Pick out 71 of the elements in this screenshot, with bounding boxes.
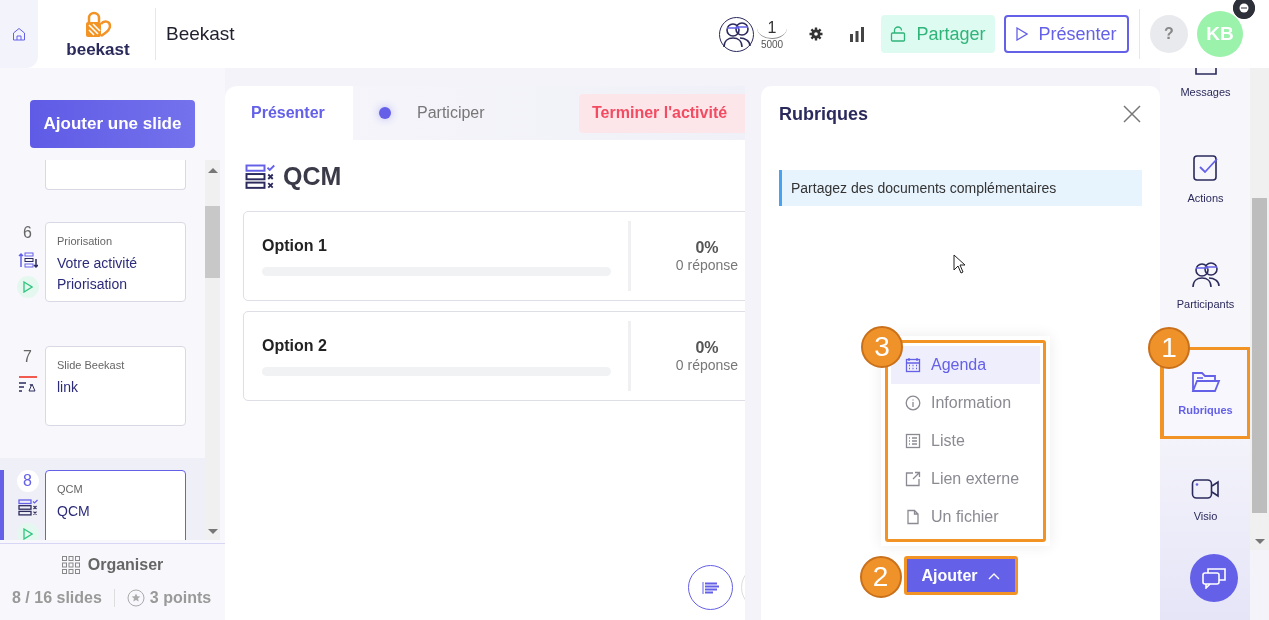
slide-row[interactable]: 7 Slide Beekast link [0,334,205,438]
organise-button[interactable]: Organiser [55,555,170,575]
panel-title: Rubriques [779,103,868,125]
file-icon [905,509,921,525]
slide-icon [17,375,38,393]
option-percent: 0% [695,239,719,257]
lock-icon [890,26,907,42]
rail-item[interactable]: Visio [1160,453,1250,545]
chat-icon [1202,567,1226,589]
option-label: Option 1 [262,236,328,255]
menu-item[interactable]: Agenda [891,346,1040,384]
end-activity-button[interactable]: Terminer l'activité [579,93,745,133]
settings-icon[interactable] [809,27,823,41]
people-icon [721,20,752,48]
chat-button[interactable] [1190,554,1238,602]
play-icon [1016,27,1029,41]
calendar-icon [905,357,921,373]
option-responses: 0 réponse [675,257,739,273]
slide-card[interactable]: Priorisation Votre activité Priorisation [45,222,186,302]
step-badge: 3 [861,326,903,368]
list-icon [905,433,921,449]
option-label: Option 2 [262,336,328,355]
slide-number: 7 [22,347,33,367]
slide-number: 8 [16,470,39,492]
points-count: 3 points [149,589,212,607]
slide-type: QCM [57,483,84,495]
list-icon [701,581,720,594]
presentation-title: Beekast [166,23,235,45]
option-percent: 0% [695,339,719,357]
tab[interactable]: Participer [353,86,485,140]
present-button[interactable]: Présenter [1004,15,1129,53]
caret-icon [987,571,1000,580]
add-slide-button[interactable]: Ajouter une slide [30,100,195,148]
video-camera-icon [1190,478,1221,500]
slide-row[interactable]: 8 QCM QCM [0,458,205,540]
info-banner: Partagez des documents complémentaires [779,170,1142,206]
tab[interactable]: Présenter [225,86,353,140]
rail-item[interactable]: Actions [1160,135,1250,227]
slide-title: QCM [57,502,91,521]
scrollbar[interactable] [205,160,220,540]
slide-card[interactable]: QCM QCM [45,470,186,540]
scrollbar[interactable] [1250,68,1269,550]
slide-count: 8 / 16 slides [12,589,102,607]
slide-title: link [57,378,79,397]
results-view-button[interactable] [688,565,733,610]
external-link-icon [905,471,921,487]
slide-row[interactable]: 6 Priorisation Votre activité Priorisation [0,210,205,314]
logo[interactable]: beekast [65,10,131,58]
info-icon [905,395,921,411]
folder-icon [1190,370,1221,394]
slide-title: Votre activité Priorisation [57,254,139,294]
step-badge: 2 [859,556,902,598]
question-title: QCM [283,162,342,191]
option-responses: 0 réponse [675,357,739,373]
close-icon[interactable] [1122,104,1142,124]
home-icon [12,27,26,41]
quiz-icon [245,163,275,190]
people-icon [1190,260,1221,288]
grid-icon [61,556,80,574]
quiz-icon [17,499,38,516]
help-button[interactable]: ? [1150,15,1188,53]
slide-type: Slide Beekast [57,359,126,371]
participant-count: 1 5000 [757,17,787,51]
add-button[interactable]: Ajouter [903,556,1018,595]
chart-icon[interactable] [849,26,865,42]
cursor-icon [953,254,965,274]
slide-type: Priorisation [57,235,114,247]
ranking-icon [17,251,38,269]
checkbox-icon [1191,154,1220,182]
slide-number: 6 [22,223,33,243]
slide-card[interactable]: Slide Beekast link [45,346,186,426]
